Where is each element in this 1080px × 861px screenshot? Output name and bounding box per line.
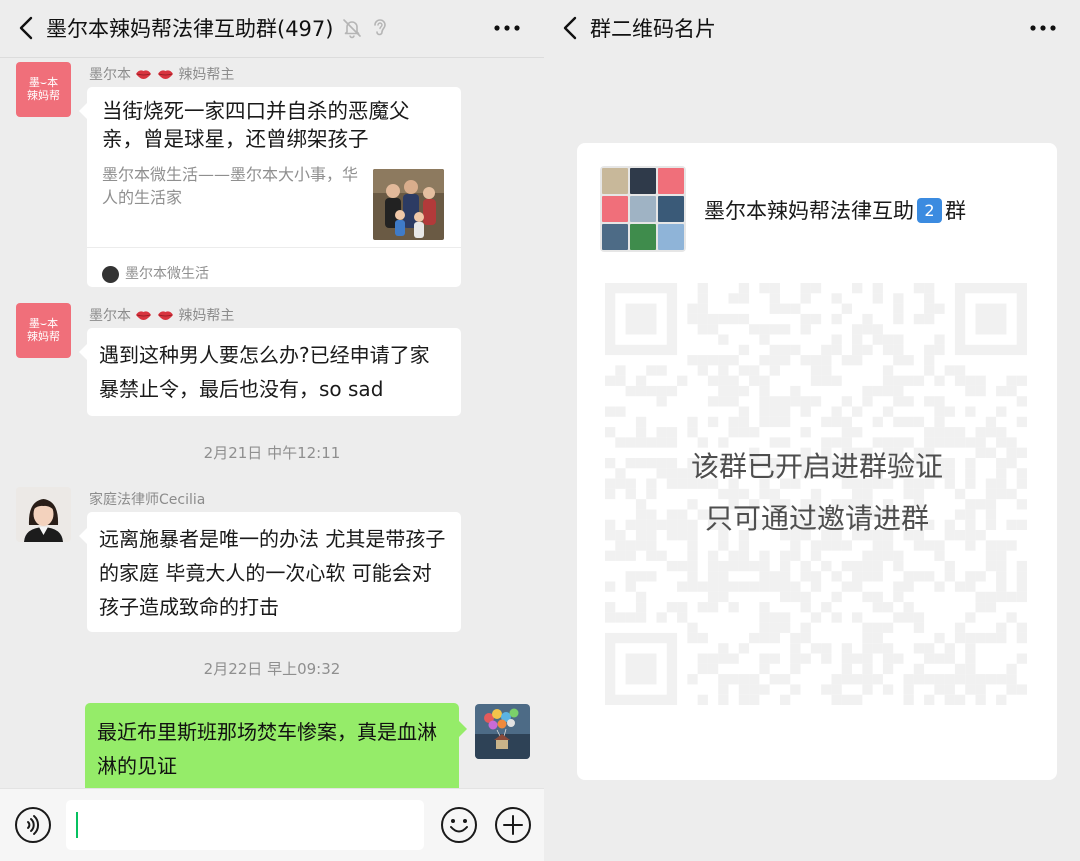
lips-icon	[157, 311, 173, 320]
avatar-text: 墨⌣本	[28, 76, 59, 89]
chevron-left-icon	[19, 16, 33, 40]
avatar[interactable]: 墨⌣本 辣妈帮	[16, 62, 71, 117]
lips-icon	[136, 70, 152, 79]
lips-icon	[157, 70, 173, 79]
avatar[interactable]: 墨⌣本 辣妈帮	[16, 303, 71, 358]
message-input[interactable]	[66, 800, 424, 850]
more-button[interactable]	[490, 14, 524, 42]
ear-icon	[374, 19, 387, 36]
back-button[interactable]	[6, 0, 46, 56]
link-card[interactable]: 当街烧死一家四口并自杀的恶魔父亲，曾是球星，还曾绑架孩子 墨尔本微生活——墨尔本…	[79, 87, 461, 290]
avatar[interactable]	[16, 487, 71, 542]
voice-icon[interactable]	[14, 806, 52, 844]
card-thumbnail	[373, 169, 444, 240]
header-divider	[0, 57, 544, 58]
plus-icon[interactable]	[494, 806, 532, 844]
source-logo-icon	[102, 266, 119, 283]
qr-code-screen: 群二维码名片 墨尔本辣妈帮法律互助 2 群 该群已开启进群验证 只可通过邀请进群	[544, 0, 1080, 861]
chevron-left-icon	[563, 16, 577, 40]
number-badge: 2	[917, 198, 942, 223]
qr-code	[605, 283, 1027, 705]
timestamp: 2月22日 早上09:32	[203, 660, 341, 678]
sender-name: 墨尔本 辣妈帮主	[89, 308, 235, 324]
group-name: 墨尔本辣妈帮法律互助 2 群	[704, 198, 966, 223]
message-bubble[interactable]: 远离施暴者是唯一的办法 尤其是带孩子的家庭 毕竟大人的一次心软 可能会对孩子造成…	[79, 512, 461, 632]
card-source: 墨尔本微生活	[102, 259, 209, 290]
lips-icon	[136, 311, 152, 320]
sender-name: 墨尔本 辣妈帮主	[89, 67, 235, 83]
more-dots-icon	[1030, 25, 1056, 31]
invite-only-notice: 只可通过邀请进群	[704, 502, 929, 535]
message-item: 墨⌣本 辣妈帮 墨尔本 辣妈帮主 当街烧死一家四口并自杀的恶魔父亲，曾是球星，还…	[16, 62, 476, 292]
text-caret	[76, 812, 78, 838]
more-dots-icon	[494, 25, 520, 31]
message-item: 家庭法律师Cecilia 远离施暴者是唯一的办法 尤其是带孩子的家庭 毕竟大人的…	[16, 487, 476, 637]
message-item: 墨⌣本 辣妈帮 墨尔本 辣妈帮主 遇到这种男人要怎么办?已经申请了家暴禁止令，最…	[16, 303, 476, 423]
page-title: 群二维码名片	[590, 17, 716, 41]
chat-screen: 墨尔本辣妈帮法律互助群(497) 墨⌣本 辣妈帮 墨尔本 辣妈帮主 当街烧死一家…	[0, 0, 544, 861]
chat-input-bar	[0, 788, 544, 861]
my-message-bubble[interactable]: 最近布里斯班那场焚车惨案，真是血淋淋的见证	[85, 703, 467, 795]
card-description: 墨尔本微生活——墨尔本大小事，华人的生活家	[102, 165, 359, 207]
bell-off-icon	[343, 19, 362, 39]
more-button[interactable]	[1026, 14, 1060, 42]
card-divider	[87, 247, 461, 248]
qr-header: 群二维码名片	[544, 0, 1080, 56]
my-avatar[interactable]	[475, 704, 530, 759]
avatar-text: 墨⌣本	[28, 317, 59, 330]
avatar-text: 辣妈帮	[27, 89, 60, 102]
message-bubble[interactable]: 遇到这种男人要怎么办?已经申请了家暴禁止令，最后也没有，so sad	[79, 328, 461, 416]
card-title: 当街烧死一家四口并自杀的恶魔父亲，曾是球星，还曾绑架孩子	[102, 99, 410, 151]
emoji-icon[interactable]	[440, 806, 478, 844]
group-avatar	[600, 166, 686, 252]
sender-name: 家庭法律师Cecilia	[89, 492, 206, 508]
verification-notice: 该群已开启进群验证	[690, 450, 943, 483]
chat-title: 墨尔本辣妈帮法律互助群(497)	[46, 17, 334, 41]
chat-header: 墨尔本辣妈帮法律互助群(497)	[0, 0, 544, 56]
timestamp: 2月21日 中午12:11	[203, 444, 341, 462]
avatar-text: 辣妈帮	[27, 330, 60, 343]
qr-card: 墨尔本辣妈帮法律互助 2 群 该群已开启进群验证 只可通过邀请进群	[577, 143, 1057, 780]
back-button[interactable]	[550, 0, 590, 56]
